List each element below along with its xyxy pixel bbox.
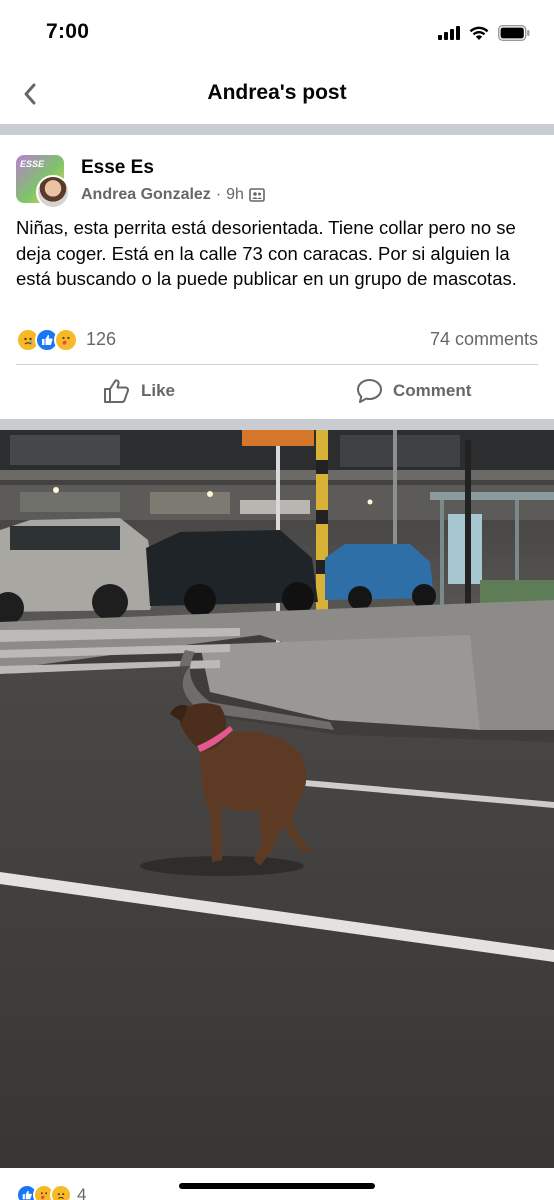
next-post-reaction-count: 4 bbox=[77, 1185, 87, 1200]
status-bar: 7:00 bbox=[0, 0, 554, 64]
comment-button[interactable]: Comment bbox=[356, 371, 471, 411]
reaction-count[interactable]: 126 bbox=[86, 329, 116, 350]
reaction-icons[interactable] bbox=[16, 328, 78, 352]
post-card: ESSE Esse Es Andrea Gonzalez · 9h · Niña… bbox=[0, 135, 554, 419]
group-name[interactable]: Esse Es bbox=[81, 157, 154, 179]
group-members-icon bbox=[249, 188, 265, 202]
battery-icon bbox=[498, 25, 530, 41]
meta-separator: · bbox=[215, 186, 222, 203]
group-avatar-text: ESSE bbox=[20, 159, 45, 169]
divider bbox=[16, 364, 538, 365]
care-reaction-icon bbox=[54, 328, 78, 352]
signal-icon bbox=[438, 26, 460, 40]
like-label: Like bbox=[141, 381, 176, 400]
status-icons bbox=[438, 24, 530, 42]
post-meta: Andrea Gonzalez · 9h · bbox=[81, 186, 265, 204]
section-separator-2 bbox=[0, 419, 554, 430]
post-header: Andrea's post bbox=[0, 64, 554, 124]
like-button[interactable]: Like bbox=[103, 371, 175, 411]
next-post-reactions[interactable]: 4 bbox=[16, 1184, 86, 1200]
post-text: Niñas, esta perrita está desorientada. T… bbox=[16, 217, 517, 289]
like-thumb-icon bbox=[104, 379, 129, 403]
section-separator bbox=[0, 124, 554, 135]
page-title: Andrea's post bbox=[207, 81, 347, 104]
wifi-icon bbox=[469, 26, 489, 40]
author-name[interactable]: Andrea Gonzalez bbox=[81, 186, 211, 204]
status-time: 7:00 bbox=[46, 20, 90, 43]
reactions-row: 126 74 comments bbox=[16, 325, 538, 355]
next-post-preview: 4 bbox=[0, 1168, 554, 1200]
author-avatar[interactable] bbox=[36, 175, 70, 209]
comment-label: Comment bbox=[393, 381, 472, 400]
post-photo[interactable] bbox=[0, 430, 554, 1168]
dog-street-photo bbox=[0, 430, 554, 1168]
post-time[interactable]: 9h bbox=[226, 186, 244, 204]
home-indicator[interactable] bbox=[179, 1183, 375, 1189]
sad-reaction-icon bbox=[50, 1184, 72, 1200]
comment-count[interactable]: 74 comments bbox=[430, 329, 538, 350]
post-actions: Like Comment bbox=[0, 371, 554, 411]
comment-bubble-icon bbox=[357, 379, 382, 403]
